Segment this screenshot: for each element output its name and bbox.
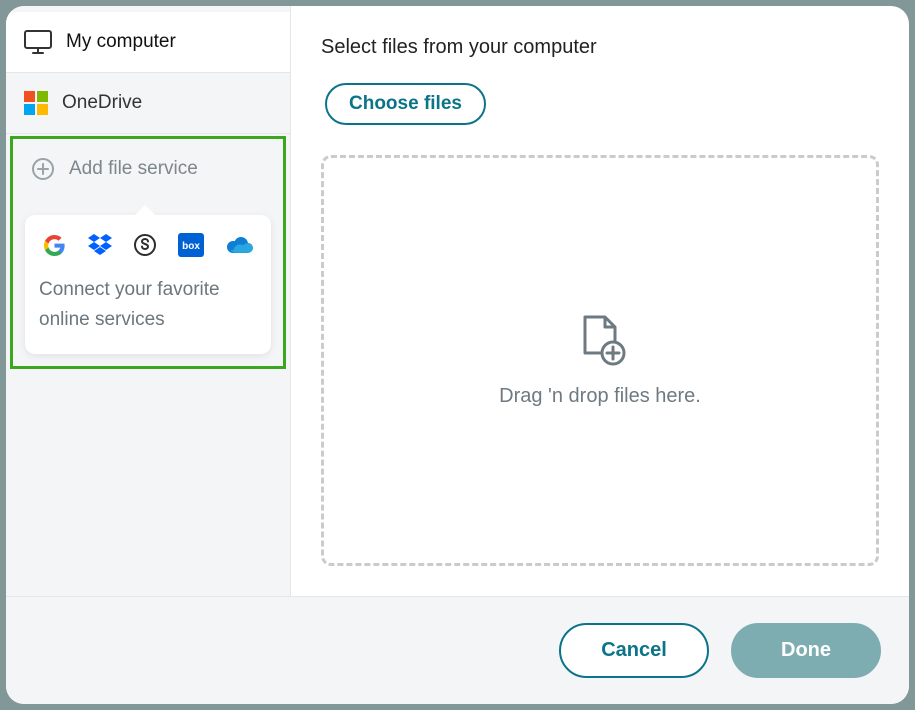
- main-title: Select files from your computer: [321, 36, 879, 59]
- s-service-icon: [134, 234, 156, 256]
- content-area: My computer OneDrive: [6, 6, 909, 596]
- add-service-highlight: Add file service: [10, 136, 286, 369]
- dialog-footer: Cancel Done: [6, 596, 909, 704]
- onedrive-cloud-icon: [226, 236, 254, 254]
- sidebar-item-my-computer[interactable]: My computer: [6, 12, 290, 73]
- sidebar: My computer OneDrive: [6, 6, 291, 596]
- sidebar-my-computer-label: My computer: [66, 31, 176, 53]
- service-icons-row: box: [39, 233, 257, 257]
- dropzone-text: Drag 'n drop files here.: [499, 385, 701, 408]
- file-plus-icon: [573, 313, 627, 367]
- sidebar-item-onedrive[interactable]: OneDrive: [6, 73, 290, 134]
- choose-files-button[interactable]: Choose files: [325, 83, 486, 125]
- dropbox-icon: [88, 234, 112, 256]
- connect-services-text: Connect your favorite online services: [39, 275, 257, 336]
- sidebar-item-add-service[interactable]: Add file service: [13, 139, 283, 199]
- sidebar-onedrive-label: OneDrive: [62, 92, 142, 114]
- done-button[interactable]: Done: [731, 623, 881, 678]
- plus-circle-icon: [31, 157, 55, 181]
- svg-text:box: box: [182, 241, 200, 252]
- box-icon: box: [178, 233, 204, 257]
- file-dropzone[interactable]: Drag 'n drop files here.: [321, 155, 879, 566]
- add-service-label: Add file service: [69, 158, 198, 180]
- google-icon: [43, 234, 66, 257]
- microsoft-icon: [24, 91, 48, 115]
- computer-icon: [24, 30, 52, 54]
- cancel-button[interactable]: Cancel: [559, 623, 709, 678]
- file-picker-dialog: My computer OneDrive: [6, 6, 909, 704]
- main-panel: Select files from your computer Choose f…: [291, 6, 909, 596]
- connect-services-tooltip: box Connect your favorite online service…: [25, 215, 271, 354]
